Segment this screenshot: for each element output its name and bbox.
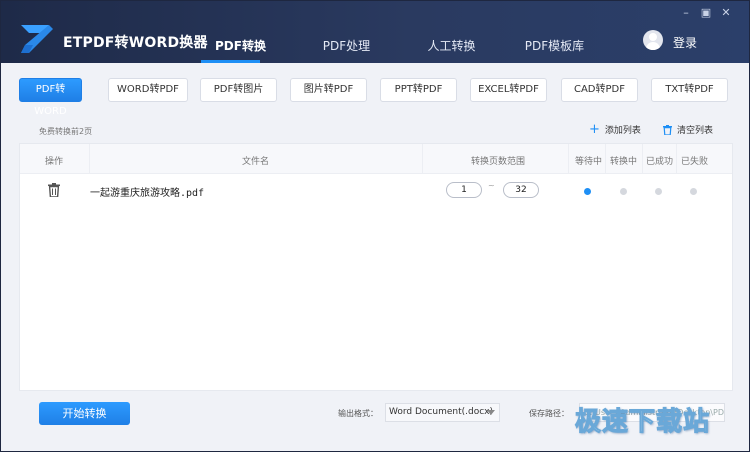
save-path-input[interactable]: C:\Users\Administrator\Desktop\PDF转换 [579, 403, 725, 422]
page-start-input[interactable]: 1 [446, 182, 482, 198]
main-nav: PDF转换 PDF处理 人工转换 PDF模板库 [189, 37, 606, 63]
column-divider [89, 144, 90, 174]
col-filename: 文件名 [242, 157, 270, 167]
col-page-range: 转换页数范围 [471, 157, 526, 167]
user-avatar-icon[interactable] [643, 30, 663, 50]
save-path-label: 保存路径： [529, 409, 569, 418]
output-format-label: 输出格式： [338, 409, 378, 418]
status-failed-dot [690, 188, 697, 195]
restore-icon[interactable]: ▣ [699, 6, 713, 20]
app-logo-icon [21, 25, 53, 53]
col-failed: 已失败 [681, 157, 709, 167]
file-name: 一起游重庆旅游攻略.pdf [90, 188, 205, 199]
tab-pdf-process[interactable]: PDF处理 [295, 37, 398, 63]
add-list-label: 添加列表 [604, 126, 641, 136]
title-bar: ETPDF转WORD换器 PDF转换 PDF处理 人工转换 PDF模板库 登录 … [1, 1, 749, 63]
status-success-dot [655, 188, 662, 195]
status-waiting-dot [584, 188, 591, 195]
subtab-cad-to-pdf[interactable]: CAD转PDF [561, 78, 638, 102]
plus-icon: + [589, 121, 600, 137]
status-converting-dot [620, 188, 627, 195]
subtab-txt-to-pdf[interactable]: TXT转PDF [651, 78, 728, 102]
col-waiting: 等待中 [575, 157, 603, 167]
table-row: 一起游重庆旅游攻略.pdf 1 ~ 32 [20, 175, 732, 205]
app-title: ETPDF转WORD换器 [63, 35, 208, 51]
close-icon[interactable]: ✕ [719, 6, 733, 20]
login-link[interactable]: 登录 [673, 34, 697, 51]
tab-pdf-convert[interactable]: PDF转换 [189, 37, 292, 63]
tab-manual-convert[interactable]: 人工转换 [400, 37, 503, 63]
output-format-select[interactable]: Word Document(.docx) [385, 403, 500, 422]
column-divider [605, 144, 606, 174]
column-divider [568, 144, 569, 174]
page-end-input[interactable]: 32 [503, 182, 539, 198]
subtab-image-to-pdf[interactable]: 图片转PDF [290, 78, 367, 102]
add-list-button[interactable]: + 添加列表 [589, 121, 641, 137]
col-converting: 转换中 [610, 157, 638, 167]
trash-icon [663, 124, 672, 135]
free-pages-note: 免费转换前2页 [39, 127, 93, 136]
subtab-ppt-to-pdf[interactable]: PPT转PDF [380, 78, 457, 102]
subtab-word-to-pdf[interactable]: WORD转PDF [108, 78, 188, 102]
col-success: 已成功 [646, 157, 674, 167]
tab-pdf-templates[interactable]: PDF模板库 [503, 37, 606, 63]
subtab-pdf-to-image[interactable]: PDF转图片 [200, 78, 277, 102]
subtab-pdf-to-word[interactable]: PDF转WORD [19, 78, 82, 117]
subtab-excel-to-pdf[interactable]: EXCEL转PDF [470, 78, 547, 102]
dropdown-caret-icon [487, 410, 495, 415]
app-window: ETPDF转WORD换器 PDF转换 PDF处理 人工转换 PDF模板库 登录 … [0, 0, 750, 452]
table-header: 操作 文件名 转换页数范围 等待中 转换中 已成功 已失败 [20, 144, 732, 174]
column-divider [422, 144, 423, 174]
column-divider [642, 144, 643, 174]
minimize-icon[interactable]: – [679, 6, 693, 20]
start-convert-button[interactable]: 开始转换 [39, 402, 130, 425]
col-operation: 操作 [45, 157, 64, 167]
page-range-separator: ~ [488, 181, 495, 190]
delete-row-trash-icon[interactable] [48, 183, 60, 197]
output-format-value: Word Document(.docx) [389, 407, 493, 417]
clear-list-button[interactable]: 清空列表 [663, 123, 713, 136]
file-list-panel: 操作 文件名 转换页数范围 等待中 转换中 已成功 已失败 一起游重庆旅游攻略.… [19, 143, 733, 391]
column-divider [676, 144, 677, 174]
clear-list-label: 清空列表 [677, 126, 714, 136]
